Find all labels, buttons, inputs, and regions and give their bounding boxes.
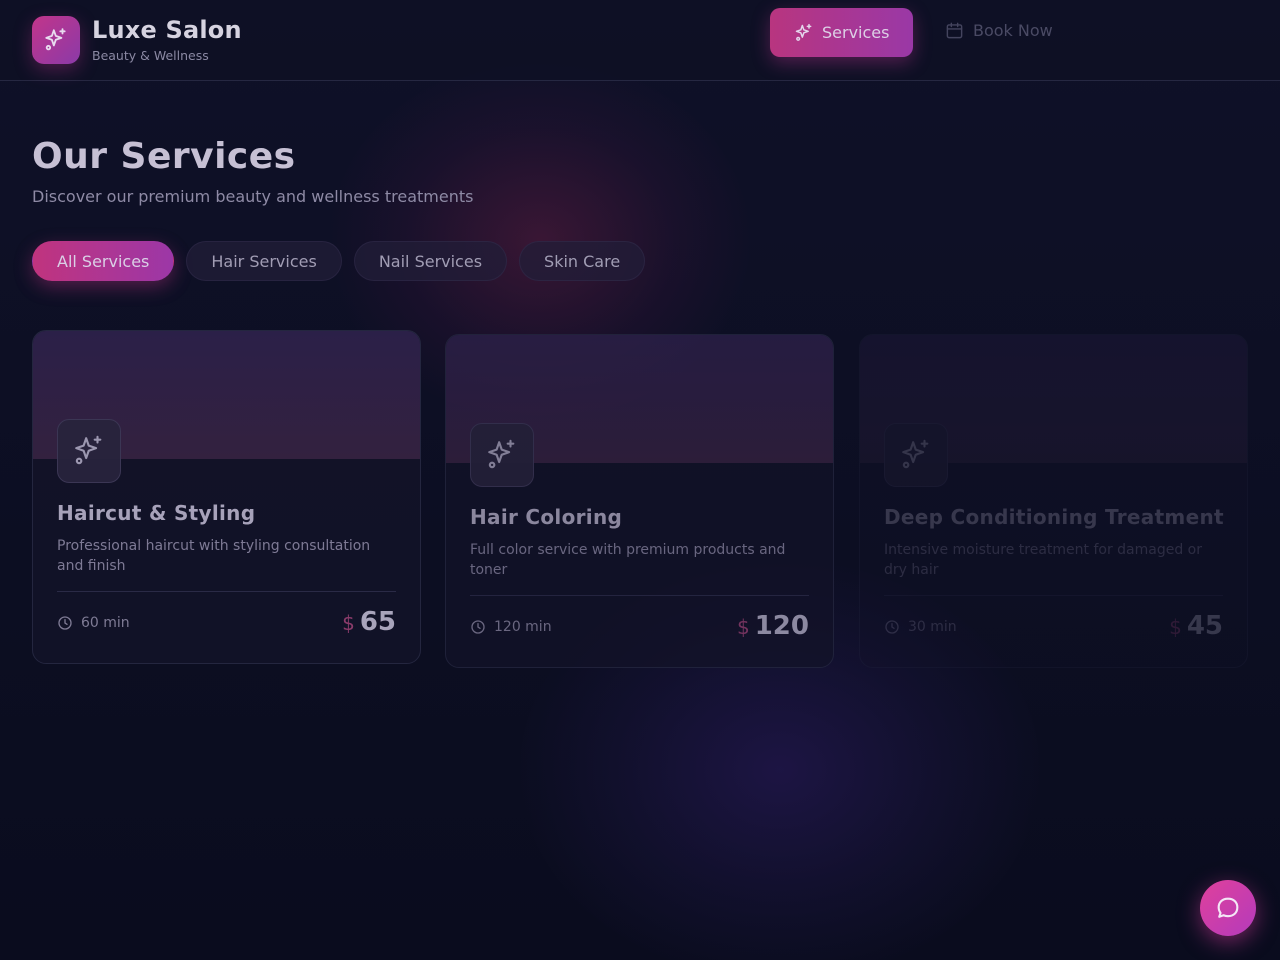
sparkles-icon (902, 439, 929, 469)
card-divider (470, 595, 809, 596)
nav-book-now-label: Book Now (973, 20, 1053, 40)
service-icon-tile (470, 423, 534, 487)
service-duration: 120 min (470, 619, 552, 635)
currency-symbol: $ (736, 615, 750, 639)
service-price: $ 45 (1169, 611, 1223, 641)
filter-skin-care[interactable]: Skin Care (519, 241, 646, 281)
price-amount: 45 (1186, 611, 1223, 641)
sparkles-icon (795, 23, 812, 41)
service-description: Intensive moisture treatment for damaged… (884, 542, 1202, 578)
brand-tagline: Beauty & Wellness (92, 48, 209, 63)
card-divider (57, 591, 396, 592)
currency-symbol: $ (1169, 615, 1182, 639)
duration-label: 120 min (494, 619, 552, 635)
sparkles-icon (45, 28, 66, 51)
nav-services-button[interactable]: Services (770, 8, 913, 57)
price-amount: 120 (754, 611, 809, 641)
logo[interactable] (32, 16, 80, 64)
service-description: Professional haircut with styling consul… (57, 538, 371, 574)
currency-symbol: $ (342, 611, 355, 635)
category-filter-bar: All Services Hair Services Nail Services… (32, 241, 646, 281)
service-description: Full color service with premium products… (470, 542, 786, 578)
chat-bubble-icon (1217, 897, 1239, 918)
clock-icon (471, 620, 485, 634)
chat-button[interactable] (1200, 880, 1256, 936)
service-price: $ 65 (342, 607, 396, 637)
brand-name: Luxe Salon (92, 16, 242, 44)
service-name: Haircut & Styling (57, 501, 256, 525)
service-duration: 60 min (57, 615, 130, 631)
top-bar: Luxe Salon Beauty & Wellness Services Bo… (0, 0, 1280, 81)
nav-book-now-button[interactable]: Book Now (945, 8, 1053, 52)
filter-nail-services[interactable]: Nail Services (353, 241, 508, 281)
service-duration: 30 min (884, 619, 957, 635)
clock-icon (885, 620, 899, 634)
price-amount: 65 (359, 607, 396, 637)
service-card[interactable]: Hair Coloring Full color service with pr… (445, 334, 834, 668)
service-card[interactable]: Deep Conditioning Treatment Intensive mo… (859, 334, 1248, 668)
service-icon-tile (57, 419, 121, 483)
sparkles-icon (75, 435, 102, 465)
duration-label: 60 min (81, 615, 130, 631)
service-name: Hair Coloring (470, 505, 623, 529)
service-card[interactable]: Haircut & Styling Professional haircut w… (32, 330, 421, 664)
service-icon-tile (884, 423, 948, 487)
page-title: Our Services (32, 136, 296, 177)
duration-label: 30 min (908, 619, 957, 635)
clock-icon (58, 616, 72, 630)
card-divider (884, 595, 1223, 596)
filter-hair-services[interactable]: Hair Services (186, 241, 342, 281)
service-price: $ 120 (737, 611, 809, 641)
sparkles-icon (488, 439, 515, 469)
nav-services-label: Services (822, 23, 890, 42)
page-subtitle: Discover our premium beauty and wellness… (32, 187, 474, 206)
filter-all-services[interactable]: All Services (32, 241, 175, 281)
calendar-icon (946, 22, 963, 38)
service-name: Deep Conditioning Treatment (884, 505, 1224, 529)
